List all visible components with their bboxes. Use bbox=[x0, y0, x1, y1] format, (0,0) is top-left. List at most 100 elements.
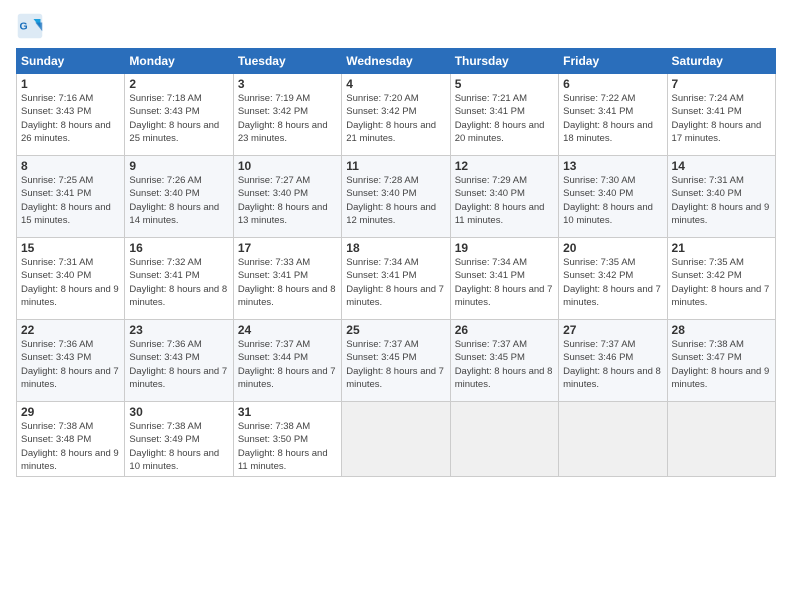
page: G SundayMondayTuesdayWednesdayThursdayFr… bbox=[0, 0, 792, 612]
day-number: 27 bbox=[563, 323, 662, 337]
day-info: Sunrise: 7:33 AMSunset: 3:41 PMDaylight:… bbox=[238, 256, 337, 309]
week-row-3: 15 Sunrise: 7:31 AMSunset: 3:40 PMDaylig… bbox=[17, 238, 776, 320]
calendar-cell: 21 Sunrise: 7:35 AMSunset: 3:42 PMDaylig… bbox=[667, 238, 775, 320]
calendar-cell: 5 Sunrise: 7:21 AMSunset: 3:41 PMDayligh… bbox=[450, 74, 558, 156]
week-row-4: 22 Sunrise: 7:36 AMSunset: 3:43 PMDaylig… bbox=[17, 320, 776, 402]
day-number: 31 bbox=[238, 405, 337, 419]
day-info: Sunrise: 7:37 AMSunset: 3:45 PMDaylight:… bbox=[455, 338, 554, 391]
day-number: 20 bbox=[563, 241, 662, 255]
calendar-cell: 12 Sunrise: 7:29 AMSunset: 3:40 PMDaylig… bbox=[450, 156, 558, 238]
calendar-cell: 25 Sunrise: 7:37 AMSunset: 3:45 PMDaylig… bbox=[342, 320, 450, 402]
day-info: Sunrise: 7:19 AMSunset: 3:42 PMDaylight:… bbox=[238, 92, 337, 145]
day-number: 7 bbox=[672, 77, 771, 91]
day-info: Sunrise: 7:35 AMSunset: 3:42 PMDaylight:… bbox=[672, 256, 771, 309]
day-info: Sunrise: 7:18 AMSunset: 3:43 PMDaylight:… bbox=[129, 92, 228, 145]
day-number: 9 bbox=[129, 159, 228, 173]
day-info: Sunrise: 7:38 AMSunset: 3:49 PMDaylight:… bbox=[129, 420, 228, 473]
day-number: 25 bbox=[346, 323, 445, 337]
day-number: 14 bbox=[672, 159, 771, 173]
day-number: 2 bbox=[129, 77, 228, 91]
day-info: Sunrise: 7:36 AMSunset: 3:43 PMDaylight:… bbox=[129, 338, 228, 391]
day-number: 5 bbox=[455, 77, 554, 91]
col-header-tuesday: Tuesday bbox=[233, 49, 341, 74]
day-info: Sunrise: 7:37 AMSunset: 3:45 PMDaylight:… bbox=[346, 338, 445, 391]
day-info: Sunrise: 7:38 AMSunset: 3:47 PMDaylight:… bbox=[672, 338, 771, 391]
calendar-cell: 11 Sunrise: 7:28 AMSunset: 3:40 PMDaylig… bbox=[342, 156, 450, 238]
calendar-cell: 1 Sunrise: 7:16 AMSunset: 3:43 PMDayligh… bbox=[17, 74, 125, 156]
calendar-cell: 27 Sunrise: 7:37 AMSunset: 3:46 PMDaylig… bbox=[559, 320, 667, 402]
calendar-cell: 14 Sunrise: 7:31 AMSunset: 3:40 PMDaylig… bbox=[667, 156, 775, 238]
day-info: Sunrise: 7:36 AMSunset: 3:43 PMDaylight:… bbox=[21, 338, 120, 391]
calendar-cell bbox=[450, 402, 558, 477]
calendar-cell: 9 Sunrise: 7:26 AMSunset: 3:40 PMDayligh… bbox=[125, 156, 233, 238]
day-info: Sunrise: 7:29 AMSunset: 3:40 PMDaylight:… bbox=[455, 174, 554, 227]
day-info: Sunrise: 7:37 AMSunset: 3:46 PMDaylight:… bbox=[563, 338, 662, 391]
day-number: 21 bbox=[672, 241, 771, 255]
day-number: 4 bbox=[346, 77, 445, 91]
col-header-monday: Monday bbox=[125, 49, 233, 74]
day-number: 13 bbox=[563, 159, 662, 173]
day-number: 3 bbox=[238, 77, 337, 91]
day-info: Sunrise: 7:24 AMSunset: 3:41 PMDaylight:… bbox=[672, 92, 771, 145]
calendar-cell: 20 Sunrise: 7:35 AMSunset: 3:42 PMDaylig… bbox=[559, 238, 667, 320]
col-header-sunday: Sunday bbox=[17, 49, 125, 74]
day-number: 12 bbox=[455, 159, 554, 173]
calendar-cell: 6 Sunrise: 7:22 AMSunset: 3:41 PMDayligh… bbox=[559, 74, 667, 156]
day-number: 18 bbox=[346, 241, 445, 255]
day-info: Sunrise: 7:25 AMSunset: 3:41 PMDaylight:… bbox=[21, 174, 120, 227]
calendar-cell bbox=[667, 402, 775, 477]
header-row: SundayMondayTuesdayWednesdayThursdayFrid… bbox=[17, 49, 776, 74]
calendar-cell: 15 Sunrise: 7:31 AMSunset: 3:40 PMDaylig… bbox=[17, 238, 125, 320]
calendar-cell: 24 Sunrise: 7:37 AMSunset: 3:44 PMDaylig… bbox=[233, 320, 341, 402]
day-number: 15 bbox=[21, 241, 120, 255]
day-info: Sunrise: 7:32 AMSunset: 3:41 PMDaylight:… bbox=[129, 256, 228, 309]
day-info: Sunrise: 7:31 AMSunset: 3:40 PMDaylight:… bbox=[672, 174, 771, 227]
calendar-cell: 19 Sunrise: 7:34 AMSunset: 3:41 PMDaylig… bbox=[450, 238, 558, 320]
calendar-cell: 7 Sunrise: 7:24 AMSunset: 3:41 PMDayligh… bbox=[667, 74, 775, 156]
day-number: 30 bbox=[129, 405, 228, 419]
day-info: Sunrise: 7:16 AMSunset: 3:43 PMDaylight:… bbox=[21, 92, 120, 145]
day-number: 28 bbox=[672, 323, 771, 337]
day-number: 22 bbox=[21, 323, 120, 337]
day-info: Sunrise: 7:31 AMSunset: 3:40 PMDaylight:… bbox=[21, 256, 120, 309]
day-info: Sunrise: 7:28 AMSunset: 3:40 PMDaylight:… bbox=[346, 174, 445, 227]
day-info: Sunrise: 7:38 AMSunset: 3:50 PMDaylight:… bbox=[238, 420, 337, 473]
logo-icon: G bbox=[16, 12, 44, 40]
week-row-1: 1 Sunrise: 7:16 AMSunset: 3:43 PMDayligh… bbox=[17, 74, 776, 156]
calendar-cell: 17 Sunrise: 7:33 AMSunset: 3:41 PMDaylig… bbox=[233, 238, 341, 320]
day-info: Sunrise: 7:20 AMSunset: 3:42 PMDaylight:… bbox=[346, 92, 445, 145]
day-number: 11 bbox=[346, 159, 445, 173]
calendar-cell: 18 Sunrise: 7:34 AMSunset: 3:41 PMDaylig… bbox=[342, 238, 450, 320]
calendar-cell: 8 Sunrise: 7:25 AMSunset: 3:41 PMDayligh… bbox=[17, 156, 125, 238]
day-number: 8 bbox=[21, 159, 120, 173]
day-number: 10 bbox=[238, 159, 337, 173]
calendar-cell: 30 Sunrise: 7:38 AMSunset: 3:49 PMDaylig… bbox=[125, 402, 233, 477]
day-info: Sunrise: 7:27 AMSunset: 3:40 PMDaylight:… bbox=[238, 174, 337, 227]
day-info: Sunrise: 7:22 AMSunset: 3:41 PMDaylight:… bbox=[563, 92, 662, 145]
calendar-cell: 28 Sunrise: 7:38 AMSunset: 3:47 PMDaylig… bbox=[667, 320, 775, 402]
col-header-wednesday: Wednesday bbox=[342, 49, 450, 74]
day-number: 23 bbox=[129, 323, 228, 337]
day-number: 17 bbox=[238, 241, 337, 255]
day-number: 26 bbox=[455, 323, 554, 337]
calendar-cell: 3 Sunrise: 7:19 AMSunset: 3:42 PMDayligh… bbox=[233, 74, 341, 156]
logo: G bbox=[16, 12, 48, 40]
calendar-cell: 2 Sunrise: 7:18 AMSunset: 3:43 PMDayligh… bbox=[125, 74, 233, 156]
day-info: Sunrise: 7:34 AMSunset: 3:41 PMDaylight:… bbox=[346, 256, 445, 309]
calendar-cell bbox=[559, 402, 667, 477]
svg-text:G: G bbox=[20, 21, 28, 33]
calendar-cell: 29 Sunrise: 7:38 AMSunset: 3:48 PMDaylig… bbox=[17, 402, 125, 477]
day-number: 6 bbox=[563, 77, 662, 91]
day-info: Sunrise: 7:26 AMSunset: 3:40 PMDaylight:… bbox=[129, 174, 228, 227]
day-info: Sunrise: 7:21 AMSunset: 3:41 PMDaylight:… bbox=[455, 92, 554, 145]
calendar-cell: 22 Sunrise: 7:36 AMSunset: 3:43 PMDaylig… bbox=[17, 320, 125, 402]
day-info: Sunrise: 7:37 AMSunset: 3:44 PMDaylight:… bbox=[238, 338, 337, 391]
day-info: Sunrise: 7:38 AMSunset: 3:48 PMDaylight:… bbox=[21, 420, 120, 473]
col-header-thursday: Thursday bbox=[450, 49, 558, 74]
day-info: Sunrise: 7:30 AMSunset: 3:40 PMDaylight:… bbox=[563, 174, 662, 227]
calendar-cell bbox=[342, 402, 450, 477]
calendar-cell: 26 Sunrise: 7:37 AMSunset: 3:45 PMDaylig… bbox=[450, 320, 558, 402]
day-number: 16 bbox=[129, 241, 228, 255]
day-number: 19 bbox=[455, 241, 554, 255]
calendar-cell: 31 Sunrise: 7:38 AMSunset: 3:50 PMDaylig… bbox=[233, 402, 341, 477]
